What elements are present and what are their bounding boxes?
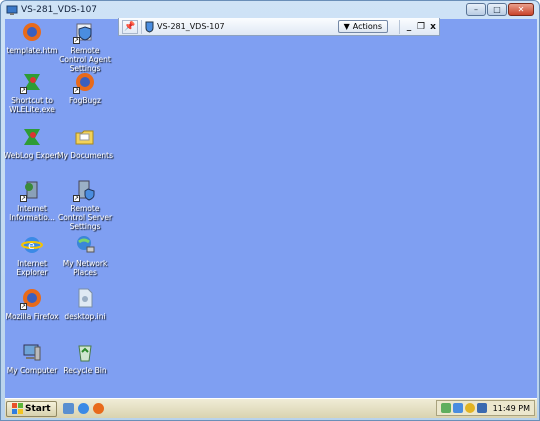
desktop-icon-remote-control-server-settings[interactable]: ↗ Remote Control Server Settings <box>56 179 114 231</box>
windows-logo-icon <box>12 403 23 414</box>
folder-icon <box>74 126 96 148</box>
pin-button[interactable]: 📌 <box>122 19 138 34</box>
maximize-button[interactable]: □ <box>487 3 507 16</box>
internet-explorer-icon[interactable] <box>77 403 89 414</box>
remote-desktop[interactable]: template.htm ↗ Shortcut to WLELite.exe W… <box>3 19 537 398</box>
remote-desktop-icon <box>6 5 18 15</box>
desktop-icon-label: Internet Informatio... <box>9 204 55 222</box>
desktop-icon-template-htm[interactable]: template.htm <box>3 21 61 55</box>
recycle-bin-icon <box>74 341 96 363</box>
desktop-icon-remote-control-agent-settings[interactable]: ↗ Remote Control Agent Settings <box>56 21 114 73</box>
actions-button[interactable]: ▼ Actions <box>337 20 388 33</box>
taskbar: Start 11:49 PM <box>5 398 537 418</box>
desktop-icon-label: FogBugz <box>69 96 101 105</box>
firefox-icon[interactable] <box>92 403 104 414</box>
pin-icon: 📌 <box>124 21 136 32</box>
rdp-window: VS-281_VDS-107 – □ ✕ template.htm ↗ Shor… <box>0 0 540 421</box>
actions-label: Actions <box>352 22 382 31</box>
desktop-icon-label: template.htm <box>6 46 58 55</box>
desktop-icon-my-network-places[interactable]: My Network Places <box>56 234 114 277</box>
network-icon[interactable] <box>440 403 451 413</box>
desktop-icon-label: desktop.ini <box>64 312 106 321</box>
desktop-icon-my-computer[interactable]: My Computer <box>3 341 61 375</box>
server-settings-icon: ↗ <box>73 179 96 202</box>
desktop-icon-my-documents[interactable]: My Documents <box>56 126 114 160</box>
clock[interactable]: 11:49 PM <box>493 404 530 413</box>
connection-title: VS-281_VDS-107 <box>157 22 225 31</box>
desktop-icon-iis[interactable]: ↗ Internet Informatio... <box>3 179 61 222</box>
close-button[interactable]: ✕ <box>508 3 534 16</box>
desktop-icon-label: Recycle Bin <box>63 366 107 375</box>
minimize-icon: – <box>474 5 478 14</box>
start-button[interactable]: Start <box>6 400 57 417</box>
system-tray: 11:49 PM <box>435 400 535 416</box>
desktop-icon-wlelite[interactable]: ↗ Shortcut to WLELite.exe <box>3 71 61 114</box>
connection-bar: 📌 VS-281_VDS-107 ▼ Actions _ ❐ x <box>118 18 440 36</box>
vc-icon[interactable] <box>452 403 463 413</box>
conn-minimize-button[interactable]: _ <box>403 22 415 32</box>
iis-icon: ↗ <box>20 179 43 202</box>
shortcut-arrow-icon: ↗ <box>73 37 80 44</box>
desktop-icon-mozilla-firefox[interactable]: ↗ Mozilla Firefox <box>3 287 61 321</box>
desktop-icon-label: Remote Control Server Settings <box>57 204 113 231</box>
shortcut-arrow-icon: ↗ <box>20 195 27 202</box>
shortcut-arrow-icon: ↗ <box>73 87 80 94</box>
shortcut-arrow-icon: ↗ <box>20 87 27 94</box>
window-titlebar[interactable]: VS-281_VDS-107 – □ ✕ <box>1 1 539 19</box>
desktop-icon-desktop-ini[interactable]: desktop.ini <box>56 287 114 321</box>
svg-text:e: e <box>28 239 35 252</box>
divider <box>141 19 142 34</box>
volume-icon[interactable] <box>476 403 487 413</box>
desktop-icon-label: WebLog Expert <box>3 151 61 160</box>
chevron-down-icon: ▼ <box>343 22 350 31</box>
conn-close-button[interactable]: x <box>427 22 439 32</box>
network-places-icon <box>74 234 96 256</box>
ini-file-icon <box>74 287 96 309</box>
internet-explorer-icon: e <box>21 234 43 256</box>
desktop-icon-weblog-expert[interactable]: WebLog Expert <box>3 126 61 160</box>
desktop-icon-label: Mozilla Firefox <box>5 312 59 321</box>
connection-icon <box>145 21 154 33</box>
start-label: Start <box>25 403 51 414</box>
desktop-icon-label: My Network Places <box>62 259 108 277</box>
show-desktop-icon[interactable] <box>62 403 74 414</box>
security-icon[interactable] <box>464 403 475 413</box>
desktop-icon-recycle-bin[interactable]: Recycle Bin <box>56 341 114 375</box>
desktop-icon-internet-explorer[interactable]: e Internet Explorer <box>3 234 61 277</box>
desktop-icon-label: My Computer <box>6 366 58 375</box>
firefox-document-icon <box>21 21 43 43</box>
my-computer-icon <box>21 341 43 363</box>
window-title: VS-281_VDS-107 <box>21 5 98 15</box>
maximize-icon: □ <box>493 5 501 14</box>
shield-shortcut-icon: ↗ <box>73 21 96 44</box>
shortcut-arrow-icon: ↗ <box>20 303 27 310</box>
quick-launch <box>62 403 104 414</box>
firefox-icon: ↗ <box>73 71 96 94</box>
conn-restore-button[interactable]: ❐ <box>415 22 427 32</box>
desktop-icon-label: My Documents <box>56 151 114 160</box>
wle-icon: ↗ <box>20 71 43 94</box>
shortcut-arrow-icon: ↗ <box>73 195 80 202</box>
close-icon: ✕ <box>517 5 525 14</box>
desktop-icon-fogbugz[interactable]: ↗ FogBugz <box>56 71 114 105</box>
weblog-expert-icon <box>21 126 43 148</box>
firefox-icon: ↗ <box>20 287 43 310</box>
divider <box>399 19 400 34</box>
desktop-icon-label: Remote Control Agent Settings <box>59 46 111 73</box>
desktop-icon-label: Internet Explorer <box>16 259 48 277</box>
desktop-icon-label: Shortcut to WLELite.exe <box>9 96 55 114</box>
minimize-button[interactable]: – <box>466 3 486 16</box>
